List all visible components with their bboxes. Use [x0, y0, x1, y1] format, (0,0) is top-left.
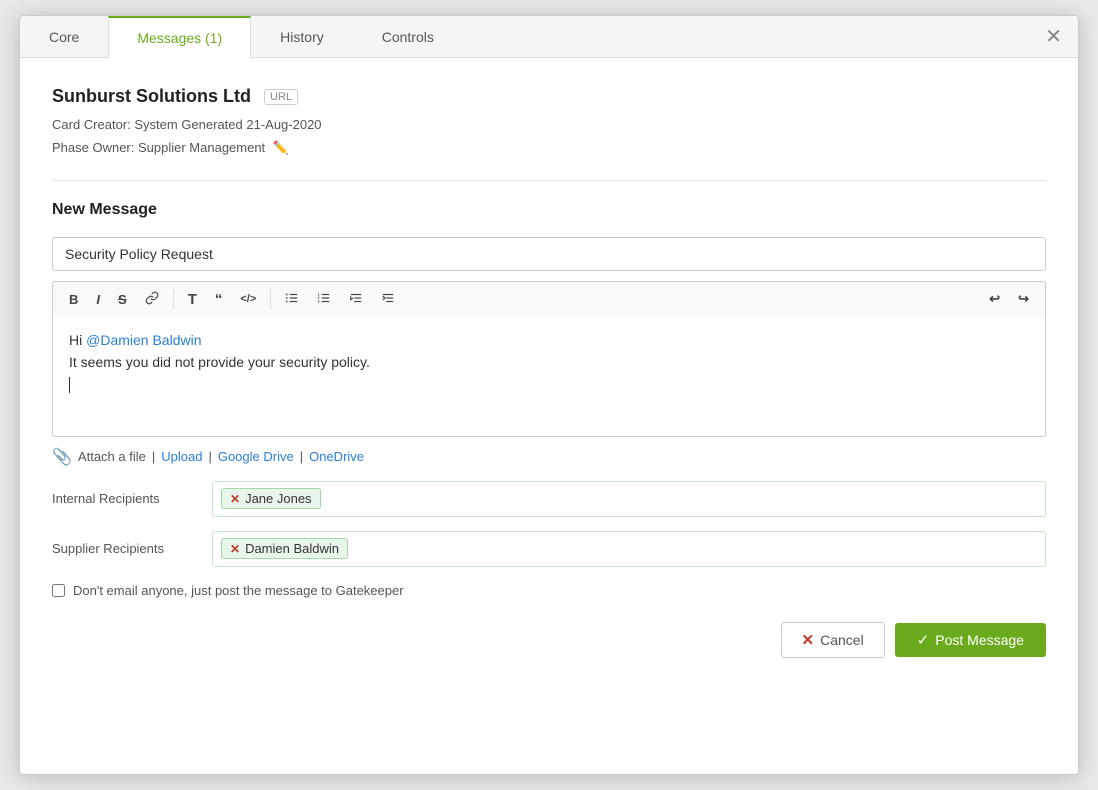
heading-button[interactable]: T — [180, 286, 205, 313]
url-badge: URL — [264, 89, 298, 105]
supplier-recipients-label: Supplier Recipients — [52, 541, 212, 556]
no-email-label: Don't email anyone, just post the messag… — [73, 583, 404, 598]
editor-toolbar: B I S T “ </> 123 ↩ ↪ — [52, 281, 1046, 317]
supplier-recipients-row: Supplier Recipients ✕ Damien Baldwin — [52, 531, 1046, 567]
divider — [52, 180, 1046, 181]
check-icon: ✓ — [917, 631, 930, 649]
post-message-button[interactable]: ✓ Post Message — [895, 623, 1046, 657]
tab-history[interactable]: History — [251, 16, 353, 58]
attach-sep-3: | — [300, 449, 303, 464]
cancel-button[interactable]: ✕ Cancel — [781, 622, 885, 658]
action-row: ✕ Cancel ✓ Post Message — [52, 622, 1046, 658]
section-title: New Message — [52, 201, 1046, 219]
redo-button[interactable]: ↪ — [1010, 286, 1037, 312]
svg-text:3: 3 — [318, 299, 320, 303]
attach-icon: 📎 — [52, 447, 72, 467]
internal-recipients-row: Internal Recipients ✕ Jane Jones — [52, 481, 1046, 517]
message-line-2: It seems you did not provide your securi… — [69, 351, 1029, 373]
toolbar-sep-1 — [173, 289, 174, 309]
cursor — [69, 377, 70, 393]
ol-button[interactable]: 123 — [309, 286, 339, 313]
google-drive-link[interactable]: Google Drive — [218, 449, 294, 464]
upload-link[interactable]: Upload — [161, 449, 202, 464]
supplier-recipients-box[interactable]: ✕ Damien Baldwin — [212, 531, 1046, 567]
attach-bar: 📎 Attach a file | Upload | Google Drive … — [52, 447, 1046, 467]
close-button[interactable]: ✕ — [1045, 27, 1062, 47]
supplier-recipient-tag: ✕ Damien Baldwin — [221, 538, 348, 559]
undo-button[interactable]: ↩ — [981, 286, 1008, 312]
internal-recipients-label: Internal Recipients — [52, 491, 212, 506]
message-editor[interactable]: Hi @Damien Baldwin It seems you did not … — [52, 317, 1046, 437]
internal-recipients-box[interactable]: ✕ Jane Jones — [212, 481, 1046, 517]
subject-input[interactable] — [52, 237, 1046, 271]
attach-label: Attach a file — [78, 449, 146, 464]
indent-button[interactable] — [373, 286, 403, 313]
tab-messages[interactable]: Messages (1) — [108, 16, 251, 58]
tab-bar: Core Messages (1) History Controls ✕ — [20, 16, 1078, 58]
mention: @Damien Baldwin — [86, 332, 201, 348]
attach-sep-2: | — [208, 449, 211, 464]
remove-jane-jones[interactable]: ✕ — [230, 492, 240, 506]
ul-button[interactable] — [277, 286, 307, 313]
code-button[interactable]: </> — [232, 288, 264, 310]
message-line-1: Hi @Damien Baldwin — [69, 329, 1029, 351]
strikethrough-button[interactable]: S — [110, 287, 135, 312]
cursor-line-container — [69, 374, 1029, 396]
modal-container: Core Messages (1) History Controls ✕ Sun… — [19, 15, 1079, 775]
edit-phase-icon[interactable]: ✏️ — [273, 140, 289, 155]
toolbar-sep-2 — [270, 289, 271, 309]
attach-sep-1: | — [152, 449, 155, 464]
no-email-row: Don't email anyone, just post the messag… — [52, 583, 1046, 598]
phase-owner: Phase Owner: Supplier Management ✏️ — [52, 136, 1046, 159]
cancel-label: Cancel — [820, 632, 864, 648]
no-email-checkbox[interactable] — [52, 584, 65, 597]
damien-baldwin-name: Damien Baldwin — [245, 541, 339, 556]
quote-button[interactable]: “ — [207, 286, 231, 313]
cancel-icon: ✕ — [802, 631, 815, 649]
company-name: Sunburst Solutions Ltd URL — [52, 86, 1046, 107]
remove-damien-baldwin[interactable]: ✕ — [230, 542, 240, 556]
card-creator: Card Creator: System Generated 21-Aug-20… — [52, 113, 1046, 136]
onedrive-link[interactable]: OneDrive — [309, 449, 364, 464]
internal-recipient-tag: ✕ Jane Jones — [221, 488, 321, 509]
link-button[interactable] — [137, 286, 167, 313]
outdent-button[interactable] — [341, 286, 371, 313]
tab-core[interactable]: Core — [20, 16, 108, 58]
bold-button[interactable]: B — [61, 287, 86, 312]
tab-controls[interactable]: Controls — [353, 16, 463, 58]
italic-button[interactable]: I — [88, 287, 108, 312]
jane-jones-name: Jane Jones — [245, 491, 312, 506]
modal-body: Sunburst Solutions Ltd URL Card Creator:… — [20, 58, 1078, 686]
company-header: Sunburst Solutions Ltd URL Card Creator:… — [52, 86, 1046, 160]
post-label: Post Message — [935, 632, 1024, 648]
